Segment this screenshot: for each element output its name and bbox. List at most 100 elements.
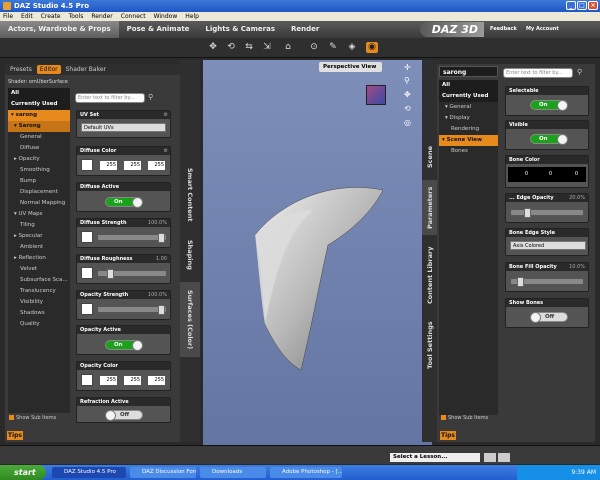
opacity-color-r[interactable]: 255 xyxy=(100,376,117,385)
task-downloads[interactable]: Downloads xyxy=(200,467,266,478)
surface-tree-item[interactable]: Shadows xyxy=(8,308,70,319)
bone-color-g[interactable]: 0 xyxy=(536,170,553,179)
diffuse-color-swatch[interactable] xyxy=(81,159,93,171)
show-sub-items-checkbox[interactable]: Show Sub Items xyxy=(9,415,56,421)
lesson-select[interactable]: Select a Lesson... xyxy=(390,453,480,462)
checkbox-icon[interactable] xyxy=(9,415,14,420)
surface-tree-item[interactable]: General xyxy=(8,132,70,143)
surface-tree-item[interactable]: Tiling xyxy=(8,220,70,231)
menu-help[interactable]: Help xyxy=(185,13,199,20)
parameter-tree-item[interactable]: Bones xyxy=(439,146,498,157)
parameter-tree-item[interactable]: ▾ Scene View xyxy=(439,135,498,146)
search-icon[interactable]: ⚲ xyxy=(148,93,157,102)
tab-render[interactable]: Render xyxy=(283,21,327,38)
surface-tree-item[interactable]: All xyxy=(8,88,70,99)
bone-color-r[interactable]: 0 xyxy=(512,170,529,179)
parameter-tree-item[interactable]: ▾ General xyxy=(439,102,498,113)
gear-icon[interactable]: ⚙ xyxy=(164,111,168,119)
menu-file[interactable]: File xyxy=(3,13,13,20)
parameter-tree-item[interactable]: Currently Used xyxy=(439,91,498,102)
diffuse-strength-slider[interactable] xyxy=(97,233,167,243)
my-account-link[interactable]: My Account xyxy=(526,26,559,32)
surface-tree-item[interactable]: Smoothing xyxy=(8,165,70,176)
rotate-tool-icon[interactable]: ⟲ xyxy=(225,42,237,53)
opacity-strength-map[interactable] xyxy=(81,303,93,315)
opacity-color-b[interactable]: 255 xyxy=(148,376,165,385)
surface-tree-item[interactable]: Translucency xyxy=(8,286,70,297)
slider-knob[interactable] xyxy=(158,233,165,243)
pan-icon[interactable]: ✛ xyxy=(404,63,411,72)
tab-smart-content[interactable]: Smart Content xyxy=(180,160,200,230)
surface-tree-item[interactable]: Displacement xyxy=(8,187,70,198)
opacity-active-toggle[interactable]: On xyxy=(105,340,143,351)
tab-pose-animate[interactable]: Pose & Animate xyxy=(119,21,198,38)
refraction-active-toggle[interactable]: Off xyxy=(105,410,143,421)
surface-tree-item[interactable]: Visibility xyxy=(8,297,70,308)
opacity-color-swatch[interactable] xyxy=(81,374,93,386)
translate-tool-icon[interactable]: ⇆ xyxy=(243,42,255,53)
camera-tool-icon[interactable]: ⊙ xyxy=(308,42,320,53)
diffuse-color-b[interactable]: 255 xyxy=(148,161,165,170)
surface-tree-item[interactable]: Bump xyxy=(8,176,70,187)
parameter-tree-item[interactable]: Rendering xyxy=(439,124,498,135)
surface-tree-item[interactable]: Velvet xyxy=(8,264,70,275)
tab-editor[interactable]: Editor xyxy=(36,65,61,74)
task-photoshop[interactable]: Adobe Photoshop - [... xyxy=(270,467,342,478)
opacity-strength-slider[interactable] xyxy=(97,305,167,315)
render-icon[interactable]: ◉ xyxy=(366,42,378,53)
frame-icon[interactable]: ◎ xyxy=(404,118,411,127)
tips-button-right[interactable]: Tips xyxy=(440,431,456,440)
tab-surfaces[interactable]: Surfaces (Color) xyxy=(180,282,200,357)
bone-fill-opacity-slider[interactable] xyxy=(510,277,584,287)
edge-opacity-slider[interactable] xyxy=(510,208,584,218)
tab-shader-baker[interactable]: Shader Baker xyxy=(63,65,109,74)
menu-tools[interactable]: Tools xyxy=(69,13,84,20)
surface-tree-item[interactable]: Diffuse xyxy=(8,143,70,154)
viewport[interactable] xyxy=(203,60,432,445)
lesson-prev-button[interactable] xyxy=(484,453,496,462)
diffuse-roughness-map[interactable] xyxy=(81,267,93,279)
slider-knob[interactable] xyxy=(517,277,525,287)
tips-button-left[interactable]: Tips xyxy=(7,431,23,440)
menu-connect[interactable]: Connect xyxy=(121,13,146,20)
sarong-model[interactable] xyxy=(203,60,432,445)
right-filter-input[interactable]: Enter text to filter by... xyxy=(503,68,573,78)
tab-lights-cameras[interactable]: Lights & Cameras xyxy=(197,21,283,38)
menu-edit[interactable]: Edit xyxy=(21,13,33,20)
maximize-button[interactable]: □ xyxy=(577,1,587,10)
surface-tree-item[interactable]: ▸ Opacity xyxy=(8,154,70,165)
diffuse-roughness-slider[interactable] xyxy=(97,269,167,279)
tab-shaping[interactable]: Shaping xyxy=(180,235,200,275)
surface-tree-item[interactable]: ▾ UV Maps xyxy=(8,209,70,220)
tab-actors-wardrobe-props[interactable]: Actors, Wardrobe & Props xyxy=(0,21,119,38)
parameter-tree-item[interactable]: ▾ Display xyxy=(439,113,498,124)
menu-window[interactable]: Window xyxy=(154,13,178,20)
universal-tool-icon[interactable]: ✥ xyxy=(207,42,219,53)
close-button[interactable]: × xyxy=(588,1,598,10)
start-button[interactable]: start xyxy=(0,465,46,480)
feedback-link[interactable]: Feedback xyxy=(490,26,517,32)
scale-tool-icon[interactable]: ⇲ xyxy=(261,42,273,53)
slider-knob[interactable] xyxy=(523,208,531,218)
diffuse-strength-map[interactable] xyxy=(81,231,93,243)
opacity-color-g[interactable]: 255 xyxy=(124,376,141,385)
surface-tree-item[interactable]: Normal Mapping xyxy=(8,198,70,209)
surface-tree-item[interactable]: Ambient xyxy=(8,242,70,253)
surface-tree-item[interactable]: Subsurface Sca... xyxy=(8,275,70,286)
zoom-icon[interactable]: ⚲ xyxy=(404,76,410,85)
lesson-next-button[interactable] xyxy=(498,453,510,462)
tab-presets[interactable]: Presets xyxy=(7,65,35,74)
menu-create[interactable]: Create xyxy=(41,13,61,20)
surface-tree-item[interactable]: Currently Used xyxy=(8,99,70,110)
search-icon[interactable]: ⚲ xyxy=(577,68,582,76)
joint-editor-icon[interactable]: ✎ xyxy=(327,42,339,53)
checkbox-icon[interactable] xyxy=(441,415,446,420)
diffuse-color-g[interactable]: 255 xyxy=(124,161,141,170)
bone-edge-style-dropdown[interactable]: Axis Colored xyxy=(510,241,586,250)
surface-tree-item[interactable]: ▾ sarong xyxy=(8,110,70,121)
bone-color-b[interactable]: 0 xyxy=(562,170,579,179)
show-sub-items-checkbox-right[interactable]: Show Sub Items xyxy=(441,415,488,421)
surface-tree-item[interactable]: Quality xyxy=(8,319,70,330)
left-filter-input[interactable]: Enter text to filter by... xyxy=(75,93,145,103)
node-selector[interactable]: sarong xyxy=(439,66,498,77)
